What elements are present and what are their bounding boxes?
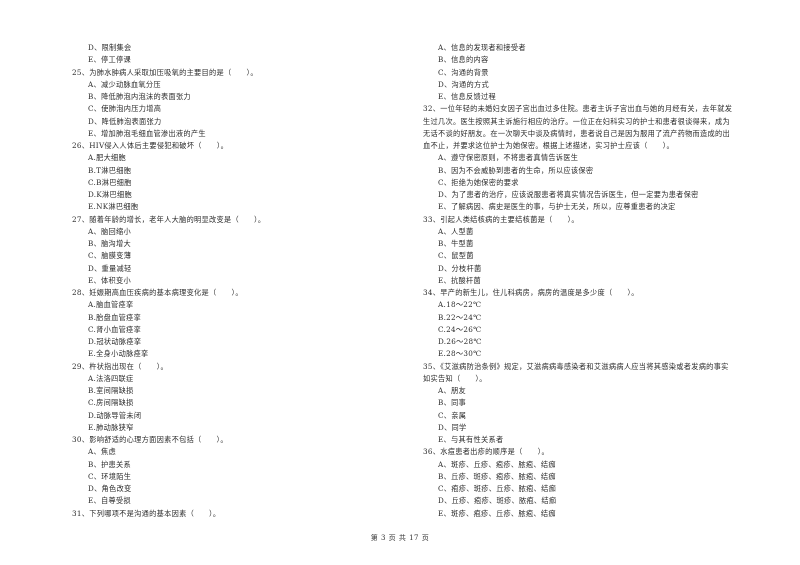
answer-option: B.室间隔缺损	[88, 386, 134, 395]
answer-option: D、角色改变	[88, 484, 132, 493]
answer-option: A、脑回缩小	[88, 226, 131, 236]
answer-option: A、人型菌	[438, 226, 474, 236]
question-text: 31、下列哪项不是沟通的基本因素（ ）。	[72, 508, 221, 518]
answer-option: A、焦虑	[88, 447, 116, 457]
answer-option: A、减少动脉血氧分压	[88, 79, 161, 89]
answer-option: A、信息的发现者和接受者	[438, 43, 526, 52]
answer-option: B、牛型菌	[438, 239, 474, 248]
answer-option: D、同学	[438, 422, 467, 432]
question-text: 27、随着年龄的增长，老年人大脑的明显改变是（ ）。	[72, 214, 266, 224]
answer-option: A、朋友	[438, 386, 466, 395]
answer-option: B、丘疹、斑疹、疱疹、脓疱、结痂	[438, 471, 556, 481]
answer-option: D、沟通的方式	[438, 79, 489, 89]
answer-option: E.28～30℃	[438, 349, 482, 359]
answer-option: D.K淋巴细胞	[88, 190, 133, 199]
answer-option: C、疱疹、斑疹、丘疹、脓疱、结痂	[438, 484, 557, 493]
answer-option: B、降低肺泡内泡沫的表面张力	[88, 92, 191, 101]
answer-option: B、信息的内容	[438, 55, 489, 65]
answer-option: A.脑血管痉挛	[88, 300, 134, 310]
question-text: 34、早产的新生儿，住儿科病房，病房的温度是多少度（ ）。	[423, 288, 639, 297]
page-footer: 第 3 页 共 17 页	[370, 534, 430, 542]
answer-option: D.动脉导管未闭	[88, 410, 142, 420]
question-text: 25、为肺水肿病人采取加压吸氧的主要目的是（ ）。	[72, 67, 258, 77]
answer-option: D、限制集会	[88, 43, 132, 52]
answer-option: D、降低肺泡表面张力	[88, 116, 162, 126]
question-text: 生过几次。医生按照其主诉施行相应的治疗。一位正在妇科实习的护士和患者很谈得来，成…	[423, 116, 730, 126]
answer-option: E、体积变小	[88, 275, 131, 285]
answer-option: B.T淋巴细胞	[88, 165, 132, 175]
question-text: 29、杵状指出现在（ ）。	[72, 361, 168, 371]
left-column: D、限制集会 E、停工停课 25、为肺水肿病人采取加压吸氧的主要目的是（ ）。 A、减…	[72, 42, 392, 520]
answer-option: C、使肺泡内压力增高	[88, 104, 162, 114]
answer-option: A.18～22℃	[438, 300, 482, 310]
answer-option: E、信息反馈过程	[438, 92, 496, 101]
answer-option: E、停工停课	[88, 55, 131, 65]
answer-option: E、抗酸杆菌	[438, 275, 481, 285]
question-text: 30、影响舒适的心理方面因素不包括（ ）。	[72, 435, 228, 444]
answer-option: B、脑沟增大	[88, 239, 132, 248]
answer-option: D.冠状动脉痉挛	[88, 337, 142, 346]
answer-option: C、鼠型菌	[438, 251, 474, 261]
question-text: 28、妊娠期高血压疾病的基本病理变化是（ ）。	[72, 288, 243, 297]
answer-option: A、斑疹、丘疹、疱疹、脓疱、结痂	[438, 459, 556, 469]
answer-option: B.胎盘血管痉挛	[88, 312, 142, 322]
question-text: 26、HIV侵入人体后主要侵犯和破坏（ ）。	[72, 141, 229, 150]
answer-option: B.22～24℃	[438, 312, 482, 322]
question-text: 35、《艾滋病防治条例》规定，艾滋病病毒感染者和艾滋病病人应当将其感染或者发病的…	[423, 361, 729, 371]
answer-option: E、斑疹、疱疹、丘疹、脓疱、结痂	[438, 508, 556, 518]
answer-option: D.26～28℃	[438, 337, 482, 346]
answer-option: B、同事	[438, 398, 467, 408]
question-text: 33、引起人类结核病的主要结核菌是（ ）。	[423, 214, 579, 224]
answer-option: E、自尊受损	[88, 496, 131, 506]
answer-option: C.B淋巴细胞	[88, 177, 132, 187]
question-text: 血不止，并要求这位护士为她保密。根据上述描述，实习护士应该（ ）。	[423, 141, 674, 150]
answer-option: C、拒绝为她保密的要求	[438, 177, 519, 187]
answer-option: D、为了患者的治疗，应该说服患者将真实情况告诉医生，但一定要为患者保密	[438, 190, 699, 199]
answer-option: D、重量减轻	[88, 263, 132, 273]
answer-option: C、脑膜变薄	[88, 251, 132, 261]
answer-option: C.肾小血管痉挛	[88, 324, 142, 334]
answer-option: B、护患关系	[88, 459, 132, 469]
answer-option: C.24～26℃	[438, 324, 482, 334]
answer-option: A.肥大细胞	[88, 153, 127, 163]
answer-option: E、增加肺泡毛细血管渗出液的产生	[88, 128, 206, 138]
question-text: 如实告知（ ）。	[423, 373, 487, 383]
answer-option: E、与其有性关系者	[438, 435, 504, 444]
question-text: 36、水痘患者出疹的顺序是（ ）。	[423, 447, 549, 457]
answer-option: A.法洛四联症	[88, 373, 134, 383]
answer-option: A、遵守保密原则，不将患者真情告诉医生	[438, 153, 579, 163]
answer-option: E.全身小动脉痉挛	[88, 349, 149, 359]
right-column: A、信息的发现者和接受者 B、信息的内容 C、沟通的背景 D、沟通的方式 E、信息反馈过…	[423, 42, 773, 520]
question-text: 无话不谈的好朋友。在一次聊天中谈及病情时，患者说自己是因为服用了流产药物而造成的…	[423, 128, 730, 138]
answer-option: D、丘疹、疱疹、斑疹、脓疱、结痂	[438, 496, 557, 506]
question-text: 32、一位年轻的未婚妇女因子宫出血过多住院。患者主诉子宫出血与她的月经有关，去年…	[423, 104, 733, 114]
answer-option: D、分枝杆菌	[438, 263, 482, 273]
answer-option: C.房间隔缺损	[88, 398, 134, 408]
answer-option: E、了解病因、病史是医生的事，与护士无关，所以，应尊重患者的决定	[438, 202, 676, 212]
answer-option: C、亲属	[438, 410, 467, 420]
answer-option: C、沟通的背景	[438, 67, 489, 77]
answer-option: E.肺动脉狭窄	[88, 422, 134, 432]
answer-option: C、环境陌生	[88, 471, 132, 481]
answer-option: B、因为不会威胁到患者的生命，所以应该保密	[438, 165, 594, 175]
answer-option: E.NK淋巴细胞	[88, 202, 139, 212]
